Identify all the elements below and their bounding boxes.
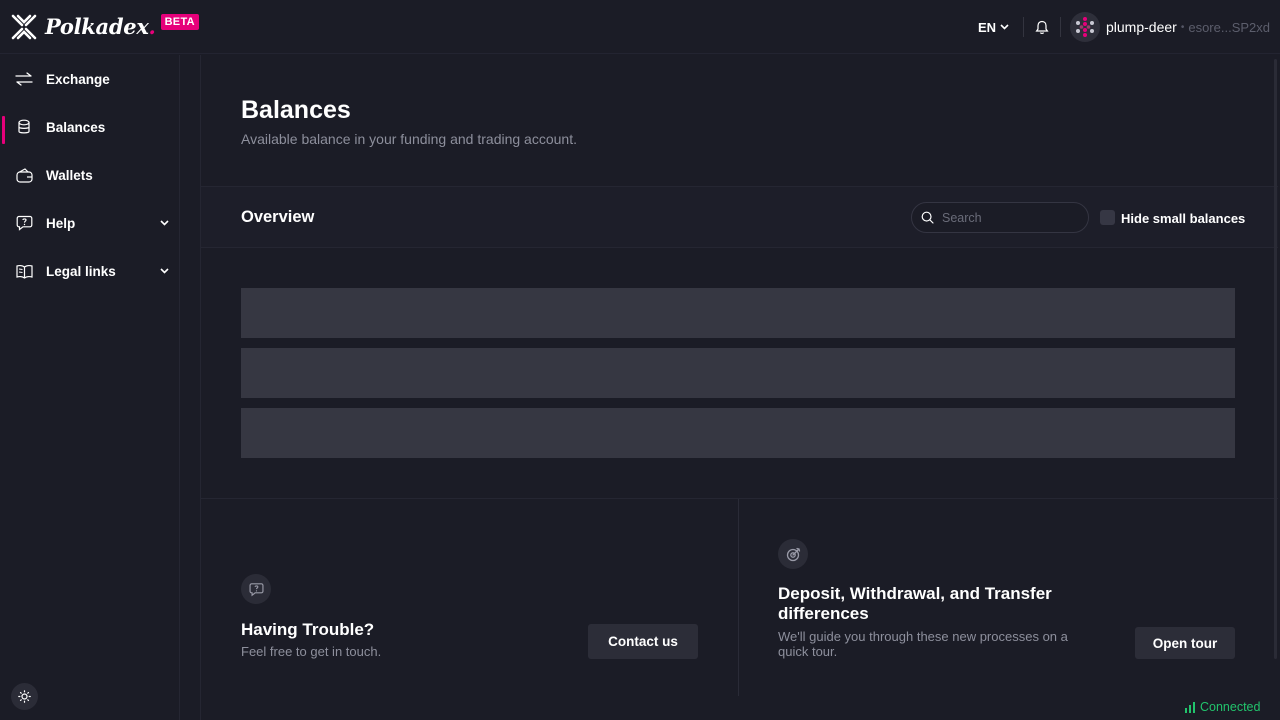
arrows-swap-icon bbox=[15, 70, 33, 88]
connection-status: Connected bbox=[1185, 700, 1260, 714]
open-tour-button[interactable]: Open tour bbox=[1135, 627, 1235, 659]
page-title: Balances bbox=[241, 96, 351, 124]
tour-card-text: We'll guide you through these new proces… bbox=[778, 629, 1068, 659]
contact-us-button[interactable]: Contact us bbox=[588, 624, 698, 659]
account-address: esore...SP2xd bbox=[1188, 19, 1270, 35]
loading-skeleton-row bbox=[241, 288, 1235, 338]
sidebar-item-label: Exchange bbox=[46, 71, 110, 87]
theme-toggle-button[interactable] bbox=[11, 683, 38, 710]
book-icon bbox=[15, 262, 33, 280]
chevron-down-icon bbox=[1000, 24, 1009, 30]
help-card-text: Feel free to get in touch. bbox=[241, 644, 382, 659]
tour-card-text-line: We'll guide you through these new proces… bbox=[778, 629, 1068, 644]
help-bubble-icon bbox=[248, 582, 264, 596]
tour-card-text-line: quick tour. bbox=[778, 644, 838, 659]
beta-badge: BETA bbox=[160, 13, 199, 30]
account-name: plump-deer bbox=[1106, 19, 1177, 35]
loading-skeleton-row bbox=[241, 408, 1235, 458]
hide-small-balances-checkbox[interactable] bbox=[1100, 210, 1115, 225]
brand-name: Polkadex. bbox=[45, 14, 156, 39]
card-divider bbox=[738, 499, 739, 696]
wallet-icon bbox=[15, 166, 33, 184]
active-indicator bbox=[2, 116, 5, 144]
search-input[interactable] bbox=[942, 210, 1082, 225]
help-card-title: Having Trouble? bbox=[241, 620, 375, 639]
tour-card-title-line: Deposit, Withdrawal, and Transfer bbox=[778, 584, 1052, 603]
coins-icon bbox=[15, 118, 33, 136]
bell-icon bbox=[1035, 20, 1049, 34]
overview-title: Overview bbox=[241, 208, 315, 226]
language-label: EN bbox=[977, 19, 996, 35]
tour-card-title: Deposit, Withdrawal, and Transfer differ… bbox=[778, 584, 1052, 624]
search-icon bbox=[921, 211, 934, 224]
sidebar-item-balances[interactable]: Balances bbox=[0, 107, 180, 147]
page-subtitle: Available balance in your funding and tr… bbox=[241, 131, 577, 147]
account-separator: • bbox=[1180, 21, 1185, 33]
chevron-down-icon bbox=[160, 268, 169, 274]
search-box[interactable] bbox=[911, 202, 1089, 233]
help-bubble-icon bbox=[15, 214, 33, 232]
sidebar-item-label: Help bbox=[46, 215, 76, 231]
sun-icon bbox=[18, 690, 31, 703]
sidebar-item-legal-links[interactable]: Legal links bbox=[0, 251, 180, 291]
loading-skeleton-row bbox=[241, 348, 1235, 398]
chevron-down-icon bbox=[160, 220, 169, 226]
polkadot-identicon-icon bbox=[1076, 17, 1094, 37]
brand-logo[interactable]: Polkadex. BETA bbox=[10, 13, 199, 41]
signal-bars-icon bbox=[1185, 701, 1195, 713]
notifications-button[interactable] bbox=[1024, 11, 1060, 43]
sidebar-item-label: Wallets bbox=[46, 167, 93, 183]
hide-small-balances-label[interactable]: Hide small balances bbox=[1121, 211, 1245, 226]
polkadex-logo-icon bbox=[11, 14, 37, 39]
sidebar-item-exchange[interactable]: Exchange bbox=[0, 59, 180, 99]
target-arrow-icon bbox=[786, 547, 800, 561]
section-divider bbox=[201, 247, 1278, 248]
language-selector[interactable]: EN bbox=[978, 20, 1009, 35]
help-card-badge bbox=[241, 574, 271, 604]
sidebar: Exchange Balances Wallets Help Legal lin… bbox=[0, 55, 180, 720]
help-section bbox=[201, 499, 1278, 720]
sidebar-item-label: Legal links bbox=[46, 263, 116, 279]
avatar bbox=[1070, 12, 1100, 42]
connection-status-label: Connected bbox=[1200, 700, 1261, 714]
sidebar-item-label: Balances bbox=[46, 119, 106, 135]
header-actions: EN plump-deer • esore...SP2xd bbox=[978, 11, 1270, 43]
tour-card-badge bbox=[778, 539, 808, 569]
main-content: Balances Available balance in your fundi… bbox=[200, 55, 1278, 720]
overview-header bbox=[201, 187, 1278, 247]
header-divider bbox=[1060, 17, 1061, 37]
sidebar-item-wallets[interactable]: Wallets bbox=[0, 155, 180, 195]
scrollbar[interactable] bbox=[1274, 59, 1277, 659]
tour-card-title-line: differences bbox=[778, 604, 869, 623]
sidebar-item-help[interactable]: Help bbox=[0, 203, 180, 243]
top-header: Polkadex. BETA EN plump-deer • esore...S… bbox=[0, 0, 1280, 54]
account-button[interactable]: plump-deer • esore...SP2xd bbox=[1070, 12, 1270, 42]
